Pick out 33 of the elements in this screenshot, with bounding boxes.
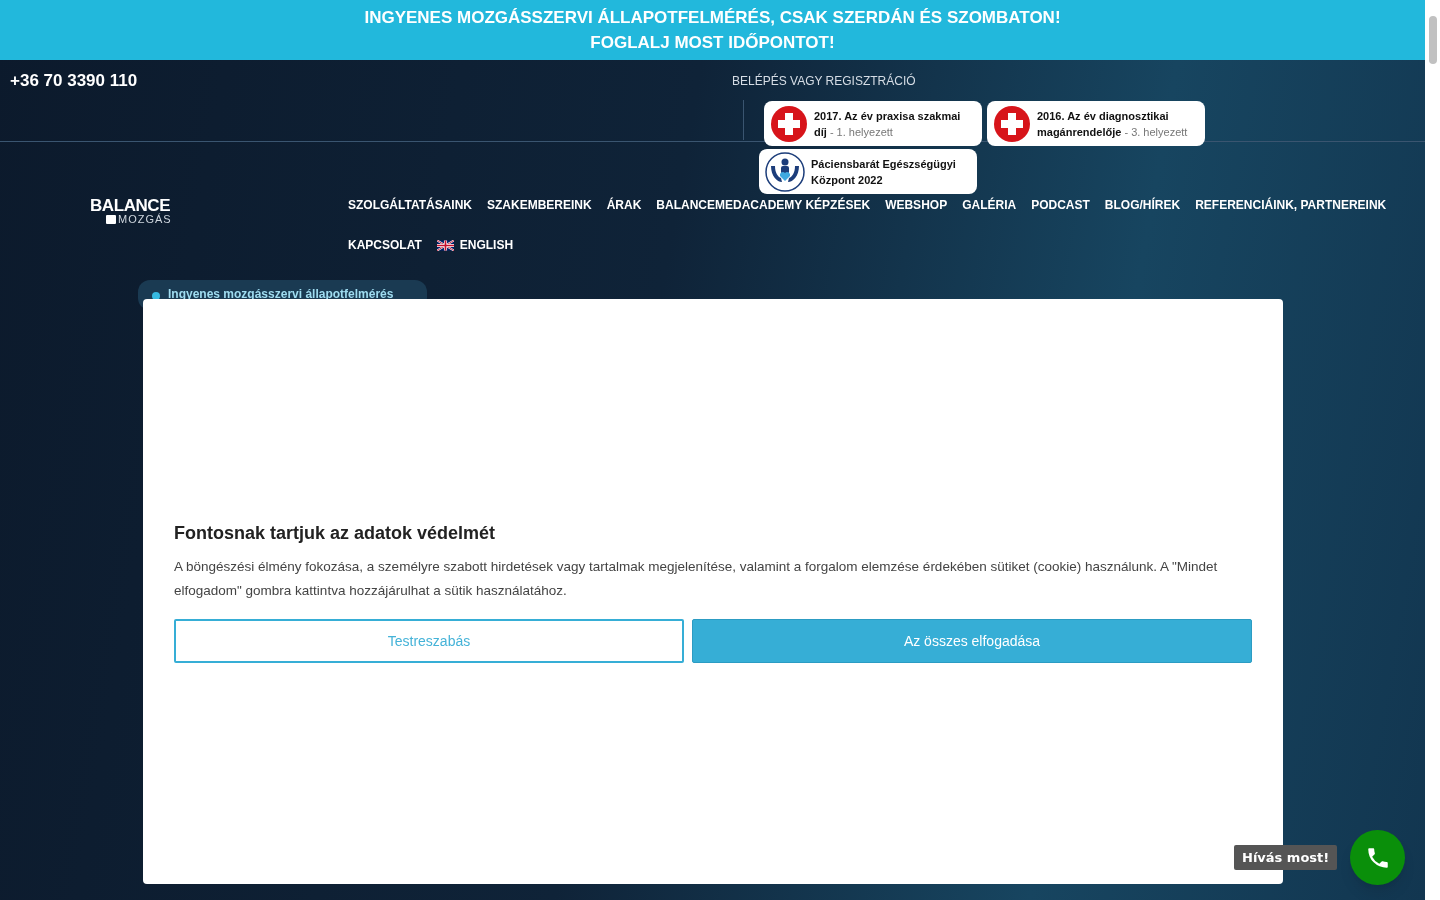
medical-cross-icon: [993, 104, 1031, 143]
dialog-text: A böngészési élmény fokozása, a személyre szabott hirdetések vagy tartalmak megjelenítése, valamint a forgalom elemzése érdekében sütiket (cookie) használunk. A "Mindet elfogadom" gombra kattintva hozzájárulhat a sütik használatához.: [174, 558, 1219, 600]
badge-text: Páciensbarát Egészségügyi Központ 2022: [811, 156, 957, 188]
logo-text: MOZGÁS: [118, 214, 172, 225]
nav-link[interactable]: PODCAST: [1031, 197, 1090, 213]
logo-icon: [106, 215, 116, 224]
nav-link[interactable]: SZAKEMBEREINK: [487, 197, 592, 213]
nav-link[interactable]: BALANCEMEDACADEMY KÉPZÉSEK: [656, 197, 871, 213]
logo[interactable]: BALANCE MOZGÁS: [90, 197, 172, 225]
award-badge[interactable]: 2017. Az év praxisa szakmai díj - 1. helyezett: [764, 101, 982, 146]
nav-link[interactable]: KAPCSOLAT: [348, 237, 422, 253]
nav-link[interactable]: SZOLGÁLTATÁSAINK: [348, 197, 472, 213]
flag-icon: [436, 239, 454, 251]
phone-number[interactable]: +36 70 3390 110: [10, 68, 138, 94]
medical-cross-icon: [770, 104, 808, 143]
badge-text: 2016. Az év diagnosztikai magánrendelője - 3. helyezett: [1037, 108, 1189, 140]
award-badge[interactable]: Páciensbarát Egészségügyi Központ 2022: [759, 149, 977, 194]
caring-hands-icon: [765, 151, 805, 192]
nav-link[interactable]: ENGLISH: [436, 237, 514, 253]
login-link[interactable]: BELÉPÉS VAGY REGISZTRÁCIÓ: [732, 72, 916, 90]
dialog-title: Fontosnak tartjuk az adatok védelmét: [174, 522, 497, 545]
call-tooltip: Hívás most!: [1234, 845, 1338, 870]
badge-text: 2017. Az év praxisa szakmai díj - 1. helyezett: [814, 108, 962, 140]
nav-link[interactable]: REFERENCIÁINK, PARTNEREINK: [1195, 197, 1387, 213]
award-badge[interactable]: 2016. Az év diagnosztikai magánrendelője - 3. helyezett: [987, 101, 1205, 146]
banner-text: FOGLALJ MOST IDŐPONTOT!: [590, 32, 835, 54]
nav-link[interactable]: WEBSHOP: [885, 197, 948, 213]
call-button[interactable]: [1350, 830, 1405, 885]
nav-link[interactable]: GALÉRIA: [962, 197, 1017, 213]
nav-link[interactable]: BLOG/HÍREK: [1104, 197, 1181, 213]
nav-link[interactable]: ÁRAK: [606, 197, 642, 213]
logo-text: BALANCE: [90, 197, 171, 214]
banner-text: INGYENES MOZGÁSSZERVI ÁLLAPOTFELMÉRÉS, CSAK SZERDÁN ÉS SZOMBATON!: [364, 7, 1061, 29]
